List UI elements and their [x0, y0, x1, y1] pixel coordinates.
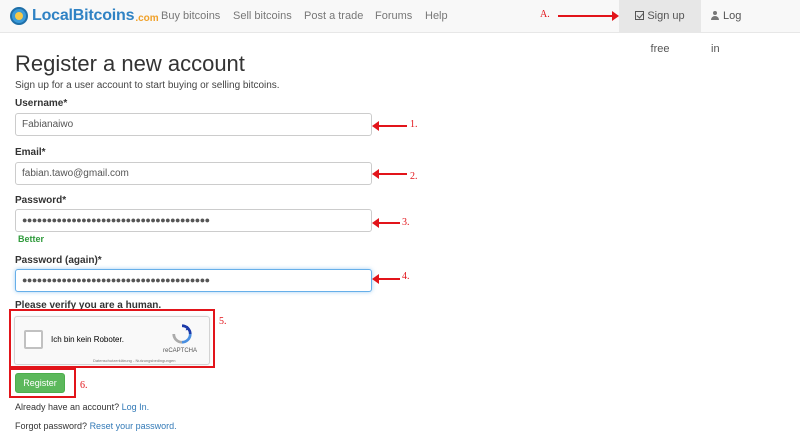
reset-password-link[interactable]: Reset your password. [90, 421, 177, 431]
have-account-text: Already have an account? [15, 402, 120, 412]
annotation-3: 3. [402, 217, 410, 228]
password-strength-indicator: Better [18, 234, 45, 244]
brand-name: LocalBitcoins [32, 7, 135, 24]
email-input[interactable]: fabian.tawo@gmail.com [15, 162, 372, 185]
nav-forums[interactable]: Forums [375, 10, 412, 22]
email-label: Email* [15, 147, 46, 158]
page-subtitle: Sign up for a user account to start buyi… [15, 80, 280, 91]
username-label: Username* [15, 98, 68, 109]
annotation-1: 1. [410, 119, 418, 130]
forgot-password-text: Forgot password? [15, 421, 88, 431]
annotation-6: 6. [80, 380, 88, 391]
annotation-arrow-a [558, 11, 619, 21]
nav-signup-label: Sign up free [647, 10, 685, 55]
annotation-4: 4. [402, 271, 410, 282]
nav-buy-bitcoins[interactable]: Buy bitcoins [161, 10, 220, 22]
annotation-arrow-2 [372, 169, 407, 179]
annotation-box-5 [9, 309, 215, 368]
annotation-arrow-1 [372, 121, 407, 131]
password-again-label: Password (again)* [15, 255, 102, 266]
annotation-a: A. [540, 9, 550, 20]
annotation-box-6 [9, 368, 76, 398]
edit-icon [635, 11, 645, 20]
annotation-arrow-3 [372, 218, 400, 228]
nav-post-a-trade[interactable]: Post a trade [304, 10, 363, 22]
annotation-2: 2. [410, 171, 418, 182]
annotation-arrow-4 [372, 274, 400, 284]
nav-help[interactable]: Help [425, 10, 448, 22]
login-link[interactable]: Log In. [122, 402, 150, 412]
have-account-line: Already have an account? Log In. [15, 402, 149, 412]
annotation-5: 5. [219, 316, 227, 327]
password-again-input[interactable]: ●●●●●●●●●●●●●●●●●●●●●●●●●●●●●●●●●●●●●● [15, 269, 372, 292]
nav-sell-bitcoins[interactable]: Sell bitcoins [233, 10, 292, 22]
nav-sign-up-free[interactable]: Sign up free [619, 0, 701, 55]
page-title: Register a new account [15, 51, 245, 76]
username-input[interactable]: Fabianaiwo [15, 113, 372, 136]
brand-logo-link[interactable]: LocalBitcoins .com [10, 7, 159, 25]
brand-tld: .com [135, 12, 159, 24]
password-input[interactable]: ●●●●●●●●●●●●●●●●●●●●●●●●●●●●●●●●●●●●●● [15, 209, 372, 232]
nav-log-in[interactable]: Log in [701, 0, 761, 55]
user-icon [711, 11, 719, 20]
forgot-password-line: Forgot password? Reset your password. [15, 421, 177, 431]
bitcoin-logo-icon [10, 7, 28, 25]
password-label: Password* [15, 195, 67, 206]
top-navbar: LocalBitcoins .com Buy bitcoins Sell bit… [0, 0, 800, 55]
